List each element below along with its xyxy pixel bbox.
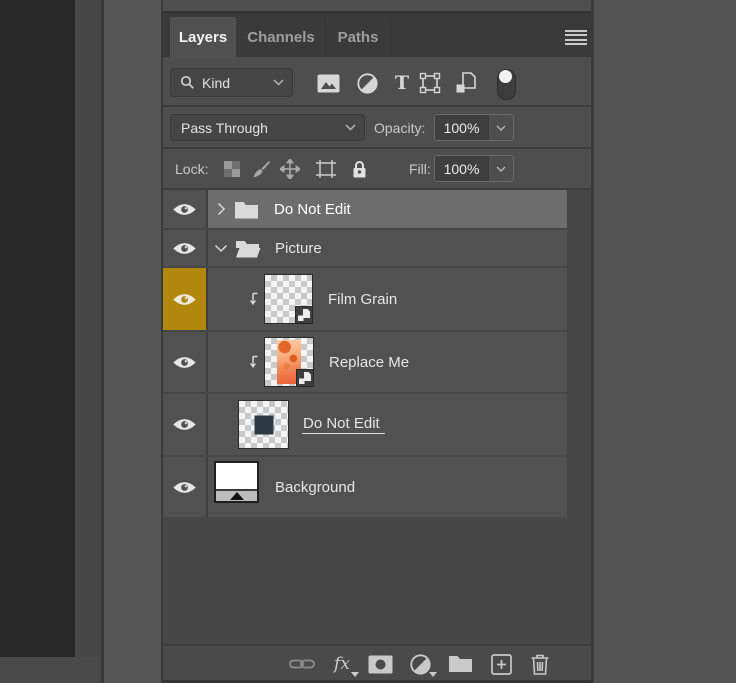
shape-layer-filter-icon[interactable] xyxy=(418,71,442,95)
smart-object-filter-icon[interactable] xyxy=(453,71,477,95)
fill-label: Fill: xyxy=(409,161,431,177)
fx-dropdown-triangle xyxy=(351,672,359,677)
pixel-layer-filter-icon[interactable] xyxy=(316,71,340,95)
filter-toggle-switch[interactable] xyxy=(497,69,516,100)
layer-name[interactable]: Do Not Edit xyxy=(302,415,385,434)
dock-strip-2 xyxy=(104,0,161,683)
layer-row-background[interactable]: Background xyxy=(163,457,567,517)
dock-strip-1 xyxy=(75,0,101,683)
tab-channels-label: Channels xyxy=(247,29,315,46)
delete-layer-trash-icon[interactable] xyxy=(527,652,553,676)
opacity-field[interactable]: 100% xyxy=(434,114,514,141)
panel-above-edge xyxy=(163,0,591,13)
chevron-down-icon[interactable] xyxy=(214,244,228,253)
tab-layers[interactable]: Layers xyxy=(170,17,236,57)
search-icon xyxy=(180,75,195,90)
fill-dropdown-button[interactable] xyxy=(488,156,513,181)
blend-row: Pass Through Opacity: 100% xyxy=(163,107,591,149)
panel-tab-bar: Layers Channels Paths xyxy=(163,13,591,57)
clipping-mask-arrow-icon xyxy=(247,292,259,306)
add-layer-mask-icon[interactable] xyxy=(367,652,393,676)
lock-transparent-pixels-icon[interactable] xyxy=(221,158,243,180)
layers-list: Do Not Edit xyxy=(163,190,591,644)
layer-name[interactable]: Picture xyxy=(275,240,322,257)
blend-mode-dropdown[interactable]: Pass Through xyxy=(170,114,365,141)
visibility-eye-toggle[interactable] xyxy=(163,268,208,330)
adjustment-dropdown-triangle xyxy=(429,672,437,677)
blend-mode-value: Pass Through xyxy=(181,120,268,136)
visibility-eye-toggle[interactable] xyxy=(163,190,208,228)
lock-position-move-icon[interactable] xyxy=(279,158,301,180)
left-bottom-block xyxy=(0,657,98,683)
layers-footer-toolbar: fx xyxy=(163,644,591,682)
filter-row: Kind T xyxy=(163,57,591,107)
type-glyph: T xyxy=(395,74,409,93)
tab-paths[interactable]: Paths xyxy=(326,17,391,57)
layer-name[interactable]: Film Grain xyxy=(328,291,397,308)
lock-artboard-nesting-icon[interactable] xyxy=(315,158,337,180)
new-group-folder-icon[interactable] xyxy=(447,652,473,676)
visibility-eye-toggle[interactable] xyxy=(163,394,208,455)
panel-menu-icon[interactable] xyxy=(565,30,587,45)
kind-filter-dropdown[interactable]: Kind xyxy=(170,68,293,97)
layer-name[interactable]: Do Not Edit xyxy=(274,201,351,218)
thumbnail-square-content xyxy=(254,415,273,434)
layer-effects-fx-icon[interactable]: fx xyxy=(329,652,355,676)
adjustment-layer-filter-icon[interactable] xyxy=(355,71,379,95)
fx-glyph: fx xyxy=(334,656,350,673)
left-dark-sidebar xyxy=(0,0,75,683)
opacity-dropdown-button[interactable] xyxy=(488,115,513,140)
layer-thumbnail-film-grain[interactable] xyxy=(264,274,313,324)
layer-name[interactable]: Background xyxy=(275,479,355,496)
lock-row: Lock: xyxy=(163,149,591,190)
folder-closed-icon xyxy=(234,200,259,219)
smart-object-badge-icon xyxy=(296,369,314,387)
chevron-right-icon[interactable] xyxy=(217,202,226,216)
visibility-eye-toggle[interactable] xyxy=(163,457,208,517)
layer-thumbnail-replace-me[interactable] xyxy=(264,337,314,387)
layer-row-do-not-edit[interactable]: Do Not Edit xyxy=(163,394,567,455)
chevron-down-icon xyxy=(345,124,356,131)
right-workspace-area xyxy=(594,0,736,683)
layer-name[interactable]: Replace Me xyxy=(329,354,409,371)
kind-filter-value: Kind xyxy=(202,75,230,91)
layer-row-group-picture[interactable]: Picture xyxy=(163,230,567,266)
opacity-value[interactable]: 100% xyxy=(435,115,488,140)
tab-channels[interactable]: Channels xyxy=(237,17,326,57)
lock-image-pixels-brush-icon[interactable] xyxy=(250,158,272,180)
fill-value[interactable]: 100% xyxy=(435,156,488,181)
lock-all-padlock-icon[interactable] xyxy=(348,158,370,180)
new-layer-icon[interactable] xyxy=(488,652,514,676)
layer-row-replace-me[interactable]: Replace Me xyxy=(163,332,567,392)
layer-row-film-grain[interactable]: Film Grain xyxy=(163,268,567,330)
opacity-label: Opacity: xyxy=(374,120,425,136)
tab-layers-label: Layers xyxy=(179,29,227,46)
visibility-eye-toggle[interactable] xyxy=(163,230,208,266)
type-layer-filter-icon[interactable]: T xyxy=(390,71,414,95)
lock-label: Lock: xyxy=(175,161,208,177)
layer-thumbnail-do-not-edit[interactable] xyxy=(238,400,289,449)
photoshop-workspace: Layers Channels Paths Kind xyxy=(0,0,736,683)
folder-open-icon xyxy=(235,239,261,258)
thumbnail-triangle xyxy=(230,492,244,500)
link-layers-icon[interactable] xyxy=(289,652,315,676)
layers-panel: Layers Channels Paths Kind xyxy=(161,0,594,683)
fill-field[interactable]: 100% xyxy=(434,155,514,182)
tab-paths-label: Paths xyxy=(338,29,379,46)
chevron-down-icon xyxy=(273,79,284,86)
toggle-knob xyxy=(499,70,512,83)
smart-object-badge-icon xyxy=(295,306,313,324)
visibility-eye-toggle[interactable] xyxy=(163,332,208,392)
clipping-mask-arrow-icon xyxy=(247,355,259,369)
layer-thumbnail-background[interactable] xyxy=(214,461,259,503)
layer-row-group-do-not-edit[interactable]: Do Not Edit xyxy=(163,190,567,228)
new-adjustment-layer-icon[interactable] xyxy=(407,652,433,676)
